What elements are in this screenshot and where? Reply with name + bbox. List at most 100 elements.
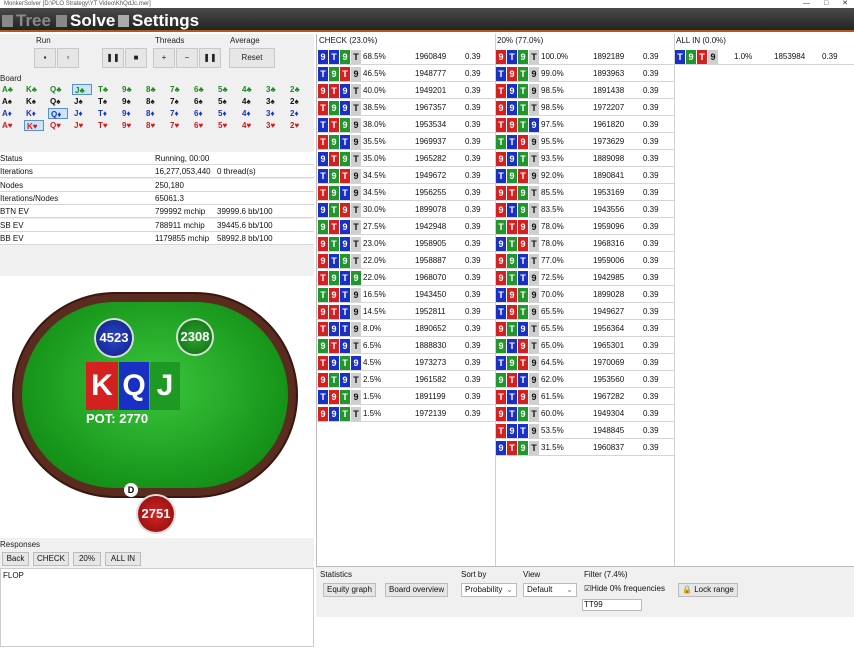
hand-row[interactable]: T T 9 9 95.5% 1973629 0.39 — [495, 133, 674, 150]
board-card-button[interactable]: 3♦ — [264, 108, 284, 119]
board-card-button[interactable]: 5♠ — [216, 96, 236, 107]
board-card-button[interactable]: J♣ — [72, 84, 92, 95]
strategy-column-header[interactable]: CHECK (23.0%) — [319, 36, 377, 45]
board-card-button[interactable]: T♣ — [96, 84, 116, 95]
board-card-button[interactable]: 9♣ — [120, 84, 140, 95]
board-card-button[interactable]: 2♠ — [288, 96, 308, 107]
board-card-button[interactable]: 3♠ — [264, 96, 284, 107]
hand-row[interactable]: 9 T 9 T 2.5% 1961582 0.39 — [317, 371, 495, 388]
lock-range-button[interactable]: 🔒 Lock range — [678, 583, 738, 597]
hand-row[interactable]: 9 9 T T 77.0% 1959006 0.39 — [495, 252, 674, 269]
board-card-button[interactable]: 2♣ — [288, 84, 308, 95]
hand-row[interactable]: T 9 9 T 38.5% 1967357 0.39 — [317, 99, 495, 116]
hand-row[interactable]: 9 9 T T 98.5% 1972207 0.39 — [495, 99, 674, 116]
board-card-button[interactable]: A♣ — [0, 84, 20, 95]
strategy-column-header[interactable]: 20% (77.0%) — [497, 36, 543, 45]
menu-solve[interactable]: Solve — [56, 11, 115, 31]
sortby-select[interactable]: Probability ⌄ — [461, 583, 517, 597]
hand-row[interactable]: T 9 T 9 98.5% 1891438 0.39 — [495, 82, 674, 99]
hand-row[interactable]: 9 T 9 T 65.5% 1956364 0.39 — [495, 320, 674, 337]
run-step-button[interactable]: ▫ — [57, 48, 79, 68]
view-select[interactable]: Default ⌄ — [523, 583, 577, 597]
menu-tree[interactable]: Tree — [2, 11, 51, 31]
hand-row[interactable]: 9 T 9 T 23.0% 1958905 0.39 — [317, 235, 495, 252]
hand-row[interactable]: 9 T 9 T 60.0% 1949304 0.39 — [495, 405, 674, 422]
hand-row[interactable]: T 9 T 9 1.5% 1891199 0.39 — [317, 388, 495, 405]
close-button[interactable]: ✕ — [842, 0, 848, 7]
hand-row[interactable]: 9 T 9 T 27.5% 1942948 0.39 — [317, 218, 495, 235]
board-card-button[interactable]: J♠ — [72, 96, 92, 107]
hand-row[interactable]: T 9 T 9 70.0% 1899028 0.39 — [495, 286, 674, 303]
board-card-button[interactable]: 3♥ — [264, 120, 284, 131]
board-overview-button[interactable]: Board overview — [385, 583, 449, 597]
hand-row[interactable]: T 9 T 9 4.5% 1973273 0.39 — [317, 354, 495, 371]
board-card-button[interactable]: J♥ — [72, 120, 92, 131]
board-card-button[interactable]: 8♣ — [144, 84, 164, 95]
board-card-button[interactable]: 9♦ — [120, 108, 140, 119]
hand-row[interactable]: 9 9 T T 93.5% 1889098 0.39 — [495, 150, 674, 167]
hand-row[interactable]: 9 T 9 T 83.5% 1943556 0.39 — [495, 201, 674, 218]
hand-row[interactable]: 9 9 T T 1.5% 1972139 0.39 — [317, 405, 495, 422]
check-button[interactable]: CHECK — [33, 552, 69, 566]
board-card-button[interactable]: Q♦ — [48, 108, 68, 119]
board-card-button[interactable]: 5♣ — [216, 84, 236, 95]
board-card-button[interactable]: 8♦ — [144, 108, 164, 119]
hide-zero-checkbox[interactable]: ☑Hide 0% frequencies — [584, 584, 665, 593]
filter-input[interactable]: TT99 — [582, 599, 642, 611]
board-card-button[interactable]: K♠ — [24, 96, 44, 107]
hand-row[interactable]: 9 T 9 T 6.5% 1888830 0.39 — [317, 337, 495, 354]
board-card-button[interactable]: T♦ — [96, 108, 116, 119]
board-card-button[interactable]: 2♦ — [288, 108, 308, 119]
menu-settings[interactable]: Settings — [118, 11, 199, 31]
board-card-button[interactable]: 2♥ — [288, 120, 308, 131]
board-card-button[interactable]: Q♥ — [48, 120, 68, 131]
hand-row[interactable]: 9 T T 9 72.5% 1942985 0.39 — [495, 269, 674, 286]
run-start-button[interactable]: ▪ — [34, 48, 56, 68]
hand-row[interactable]: T 9 T 9 8.0% 1890652 0.39 — [317, 320, 495, 337]
hand-row[interactable]: 9 T 9 T 85.5% 1953169 0.39 — [495, 184, 674, 201]
board-card-button[interactable]: 4♦ — [240, 108, 260, 119]
hand-row[interactable]: 9 T 9 T 31.5% 1960837 0.39 — [495, 439, 674, 456]
hand-row[interactable]: T 9 T 9 1.0% 1853984 0.39 — [674, 48, 854, 65]
threads-pause-button[interactable]: ❚❚ — [199, 48, 221, 68]
hand-row[interactable]: T 9 T 9 16.5% 1943450 0.39 — [317, 286, 495, 303]
board-card-button[interactable]: 5♥ — [216, 120, 236, 131]
board-card-button[interactable]: A♠ — [0, 96, 20, 107]
hand-row[interactable]: 9 T 9 T 100.0% 1892189 0.39 — [495, 48, 674, 65]
board-card-button[interactable]: K♣ — [24, 84, 44, 95]
hand-row[interactable]: T 9 T 9 53.5% 1948845 0.39 — [495, 422, 674, 439]
hand-row[interactable]: 9 T 9 T 68.5% 1960849 0.39 — [317, 48, 495, 65]
hand-row[interactable]: T 9 T 9 34.5% 1956255 0.39 — [317, 184, 495, 201]
board-card-button[interactable]: 6♦ — [192, 108, 212, 119]
hand-row[interactable]: T 9 T 9 65.5% 1949627 0.39 — [495, 303, 674, 320]
hand-row[interactable]: 9 T 9 T 40.0% 1949201 0.39 — [317, 82, 495, 99]
board-card-button[interactable]: A♦ — [0, 108, 20, 119]
board-card-button[interactable]: J♦ — [72, 108, 92, 119]
reset-button[interactable]: Reset — [229, 48, 275, 68]
hand-row[interactable]: T 9 T 9 64.5% 1970069 0.39 — [495, 354, 674, 371]
hand-row[interactable]: 9 T 9 T 22.0% 1958887 0.39 — [317, 252, 495, 269]
board-card-button[interactable]: 6♥ — [192, 120, 212, 131]
board-card-button[interactable]: A♥ — [0, 120, 20, 131]
board-card-button[interactable]: T♠ — [96, 96, 116, 107]
hand-row[interactable]: 9 T 9 T 65.0% 1965301 0.39 — [495, 337, 674, 354]
board-card-button[interactable]: 9♥ — [120, 120, 140, 131]
hand-row[interactable]: T 9 T 9 35.5% 1969937 0.39 — [317, 133, 495, 150]
all-in-button[interactable]: ALL IN — [105, 552, 141, 566]
board-card-button[interactable]: 4♥ — [240, 120, 260, 131]
board-card-button[interactable]: 4♠ — [240, 96, 260, 107]
board-card-button[interactable]: 7♠ — [168, 96, 188, 107]
hand-row[interactable]: T 9 T 9 34.5% 1949672 0.39 — [317, 167, 495, 184]
hand-row[interactable]: T 9 T 9 22.0% 1968070 0.39 — [317, 269, 495, 286]
board-card-button[interactable]: 4♣ — [240, 84, 260, 95]
hand-row[interactable]: 9 T 9 T 35.0% 1965282 0.39 — [317, 150, 495, 167]
board-card-button[interactable]: 6♠ — [192, 96, 212, 107]
bet-20-button[interactable]: 20% — [73, 552, 101, 566]
hand-row[interactable]: T 9 T 9 46.5% 1948777 0.39 — [317, 65, 495, 82]
board-card-button[interactable]: 7♣ — [168, 84, 188, 95]
board-card-button[interactable]: Q♠ — [48, 96, 68, 107]
pause-button[interactable]: ❚❚ — [102, 48, 124, 68]
add-thread-button[interactable]: + — [153, 48, 175, 68]
equity-graph-button[interactable]: Equity graph — [323, 583, 376, 597]
minimize-button[interactable]: — — [803, 0, 810, 7]
